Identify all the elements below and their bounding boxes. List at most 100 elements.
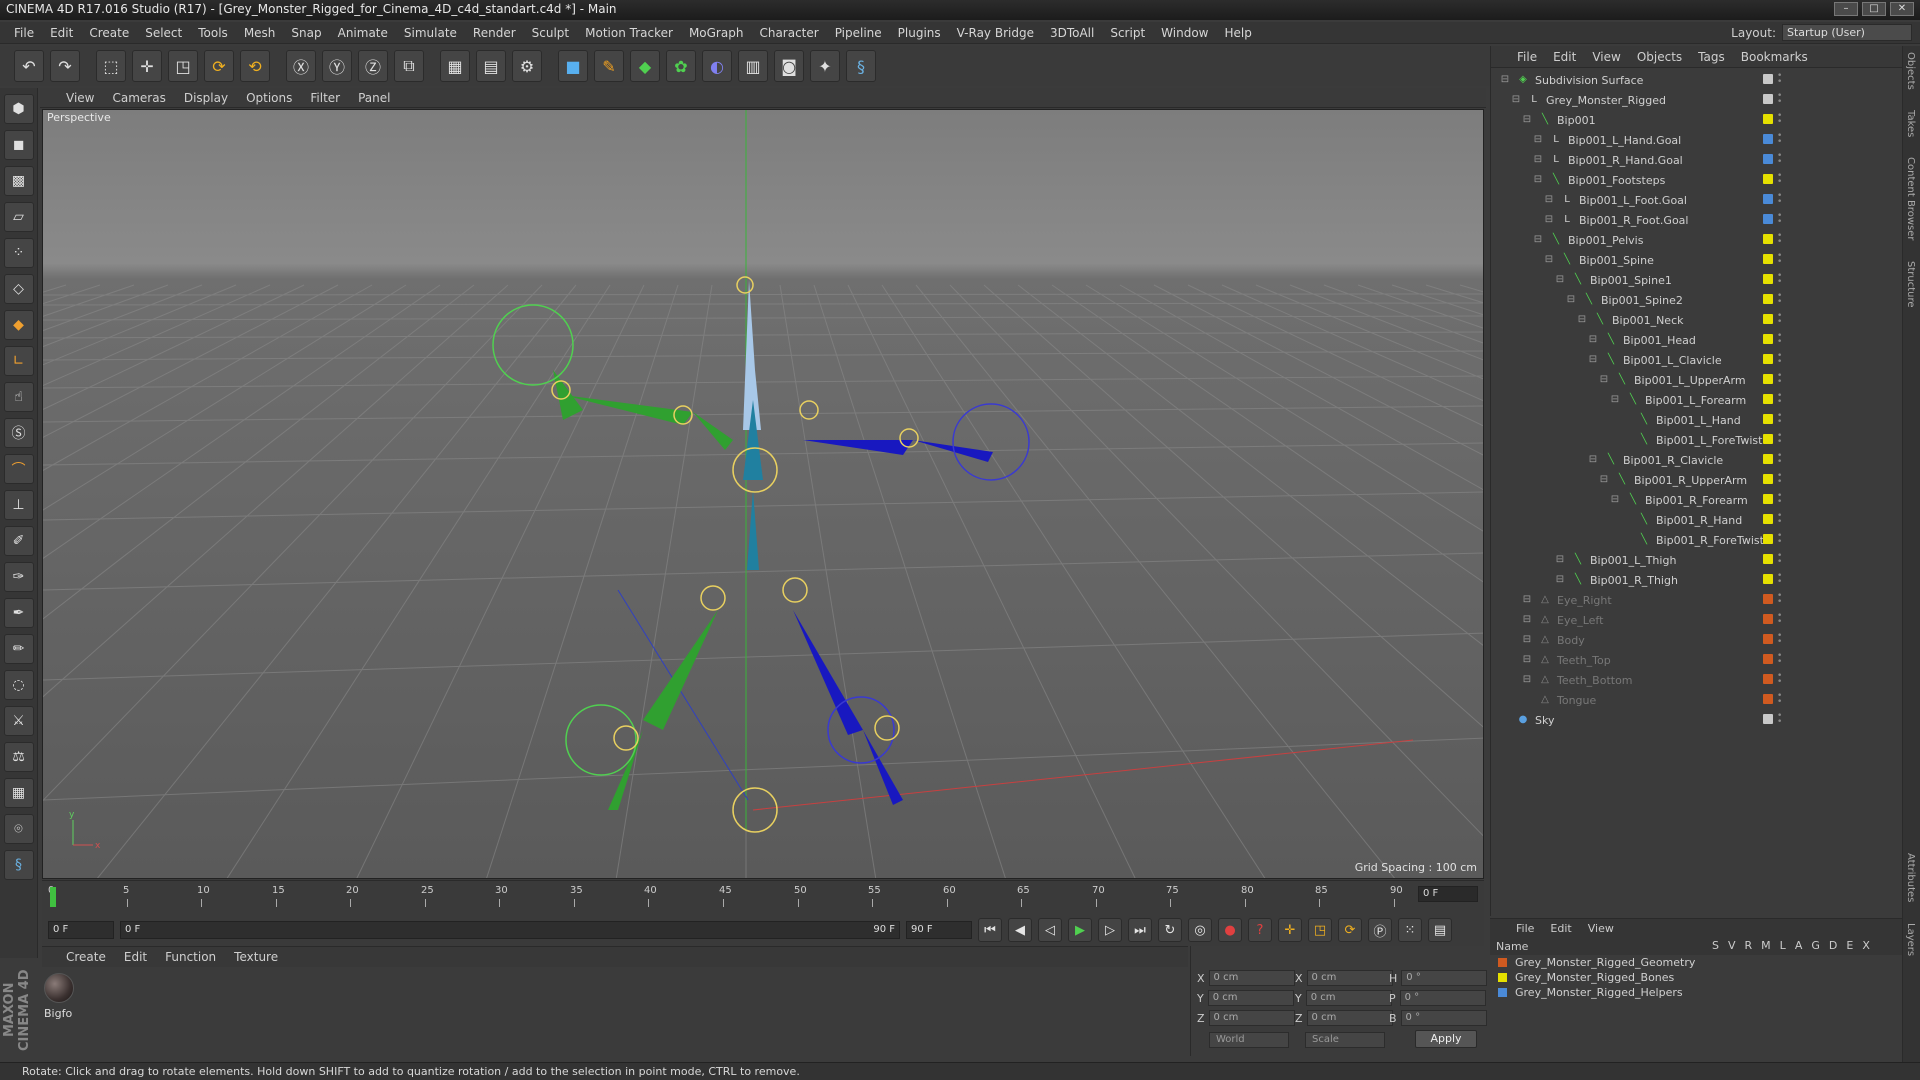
python-icon[interactable]: §	[846, 50, 876, 82]
menu-pipeline[interactable]: Pipeline	[827, 26, 890, 40]
paint-icon[interactable]: ✐	[3, 526, 34, 556]
expand-toggle-icon[interactable]	[1620, 414, 1632, 426]
layer-color-swatch[interactable]	[1763, 554, 1773, 564]
object-row[interactable]: △ Tongue • •	[1491, 690, 1903, 710]
menu-simulate[interactable]: Simulate	[396, 26, 465, 40]
object-row[interactable]: ⊟ L Bip001_R_Hand.Goal • •	[1491, 150, 1903, 170]
layer-name[interactable]: Grey_Monster_Rigged_Geometry	[1515, 956, 1695, 969]
visibility-dots-icon[interactable]: • •	[1777, 372, 1782, 387]
undo-icon[interactable]: ↶	[14, 50, 44, 82]
subdivision-surface-icon[interactable]: ◆	[630, 50, 660, 82]
menu-tools[interactable]: Tools	[190, 26, 236, 40]
object-row[interactable]: ⊟ ╲ Bip001_Footsteps • •	[1491, 170, 1903, 190]
record-icon[interactable]: ●	[1218, 918, 1242, 942]
camera-icon[interactable]: ◙	[774, 50, 804, 82]
expand-toggle-icon[interactable]: ⊟	[1554, 574, 1566, 586]
object-menu-tags[interactable]: Tags	[1698, 50, 1725, 64]
menu-sculpt[interactable]: Sculpt	[524, 26, 577, 40]
object-row[interactable]: ⊟ L Bip001_L_Foot.Goal • •	[1491, 190, 1903, 210]
expand-toggle-icon[interactable]: ⊟	[1587, 454, 1599, 466]
expand-toggle-icon[interactable]: ⊟	[1532, 134, 1544, 146]
object-row[interactable]: ⊟ ╲ Bip001_L_UpperArm • •	[1491, 370, 1903, 390]
object-row[interactable]: ⊟ △ Eye_Right • •	[1491, 590, 1903, 610]
play-icon[interactable]: ▶	[1068, 918, 1092, 942]
rotation-h-field[interactable]: 0 °	[1401, 970, 1488, 986]
layer-menu-view[interactable]: View	[1588, 922, 1614, 935]
expand-toggle-icon[interactable]: ⊟	[1587, 354, 1599, 366]
scale-mode-dropdown[interactable]: Scale	[1305, 1032, 1385, 1048]
menu-snap[interactable]: Snap	[283, 26, 329, 40]
object-row[interactable]: ⊟ ╲ Bip001_L_Clavicle • •	[1491, 350, 1903, 370]
tweak-mode-icon[interactable]: ☝	[3, 382, 34, 412]
sculpt-brush-icon[interactable]: ✒	[3, 598, 34, 628]
end-frame-field[interactable]: 90 F	[906, 921, 972, 939]
object-row[interactable]: ⊟ ╲ Bip001_L_Thigh • •	[1491, 550, 1903, 570]
menu-window[interactable]: Window	[1153, 26, 1216, 40]
snap-icon[interactable]: ⌒	[3, 454, 34, 484]
layer-row[interactable]: Grey_Monster_Rigged_Geometry	[1490, 955, 1902, 970]
expand-toggle-icon[interactable]: ⊟	[1521, 634, 1533, 646]
timeline-ruler[interactable]: 051015202530354045505560657075808590 0 F	[42, 880, 1484, 914]
magnet-icon[interactable]: ⌾	[3, 814, 34, 844]
timeline-ticks[interactable]: 051015202530354045505560657075808590	[48, 885, 1412, 907]
object-row[interactable]: ╲ Bip001_L_Hand • •	[1491, 410, 1903, 430]
visibility-dots-icon[interactable]: • •	[1777, 92, 1782, 107]
object-row[interactable]: ⊟ L Bip001_L_Hand.Goal • •	[1491, 130, 1903, 150]
visibility-dots-icon[interactable]: • •	[1777, 212, 1782, 227]
layer-color-swatch[interactable]	[1763, 314, 1773, 324]
visibility-dots-icon[interactable]: • •	[1777, 472, 1782, 487]
object-row[interactable]: ⊟ ◈ Subdivision Surface • •	[1491, 70, 1903, 90]
solo-icon[interactable]: Ⓢ	[3, 418, 34, 448]
menu-help[interactable]: Help	[1216, 26, 1259, 40]
expand-toggle-icon[interactable]	[1620, 534, 1632, 546]
visibility-dots-icon[interactable]: • •	[1777, 492, 1782, 507]
layer-color-swatch[interactable]	[1763, 534, 1773, 544]
expand-toggle-icon[interactable]	[1620, 434, 1632, 446]
object-row[interactable]: ⊟ ╲ Bip001_Head • •	[1491, 330, 1903, 350]
next-frame-icon[interactable]: ▷	[1098, 918, 1122, 942]
expand-toggle-icon[interactable]: ⊟	[1543, 194, 1555, 206]
sidebar-tab-layers[interactable]: Layers	[1905, 923, 1916, 956]
coordinate-system-icon[interactable]: ⧉	[394, 50, 424, 82]
expand-toggle-icon[interactable]: ⊟	[1609, 494, 1621, 506]
floor-icon[interactable]: ▥	[738, 50, 768, 82]
expand-toggle-icon[interactable]: ⊟	[1521, 654, 1533, 666]
viewport-menu-cameras[interactable]: Cameras	[112, 91, 165, 105]
material-menu-function[interactable]: Function	[165, 950, 216, 964]
menu-create[interactable]: Create	[81, 26, 137, 40]
object-menu-bookmarks[interactable]: Bookmarks	[1741, 50, 1808, 64]
render-settings-icon[interactable]: ⚙	[512, 50, 542, 82]
object-row[interactable]: ⊟ ╲ Bip001_Spine2 • •	[1491, 290, 1903, 310]
expand-toggle-icon[interactable]: ⊟	[1598, 474, 1610, 486]
object-row[interactable]: ╲ Bip001_L_ForeTwist • •	[1491, 430, 1903, 450]
layer-color-swatch[interactable]	[1763, 174, 1773, 184]
apply-button[interactable]: Apply	[1415, 1030, 1477, 1048]
expand-toggle-icon[interactable]: ⊟	[1554, 554, 1566, 566]
menu-3dtoall[interactable]: 3DToAll	[1042, 26, 1102, 40]
smooth-brush-icon[interactable]: ✏	[3, 634, 34, 664]
expand-toggle-icon[interactable]: ⊟	[1521, 674, 1533, 686]
texture-mode-icon[interactable]: ▩	[3, 166, 34, 196]
layer-color-swatch[interactable]	[1763, 614, 1773, 624]
layer-color-swatch[interactable]	[1498, 958, 1507, 967]
expand-toggle-icon[interactable]: ⊟	[1543, 214, 1555, 226]
object-row[interactable]: ⊟ L Bip001_R_Foot.Goal • •	[1491, 210, 1903, 230]
visibility-dots-icon[interactable]: • •	[1777, 232, 1782, 247]
layer-color-swatch[interactable]	[1763, 294, 1773, 304]
edge-mode-icon[interactable]: ◇	[3, 274, 34, 304]
render-view-icon[interactable]: ▦	[440, 50, 470, 82]
layer-color-swatch[interactable]	[1498, 973, 1507, 982]
viewport-scene[interactable]: y x	[43, 110, 1484, 879]
visibility-dots-icon[interactable]: • •	[1777, 572, 1782, 587]
lasso-icon[interactable]: ◌	[3, 670, 34, 700]
layer-color-swatch[interactable]	[1763, 634, 1773, 644]
object-menu-file[interactable]: File	[1517, 50, 1537, 64]
coordinate-mode-dropdown[interactable]: World	[1209, 1032, 1289, 1048]
expand-toggle-icon[interactable]	[1620, 514, 1632, 526]
menu-character[interactable]: Character	[751, 26, 826, 40]
layer-color-swatch[interactable]	[1763, 674, 1773, 684]
layer-color-swatch[interactable]	[1763, 714, 1773, 724]
previous-frame-icon[interactable]: ◁	[1038, 918, 1062, 942]
model-mode-icon[interactable]: ◼	[3, 130, 34, 160]
polygon-mode-icon[interactable]: ◆	[3, 310, 34, 340]
